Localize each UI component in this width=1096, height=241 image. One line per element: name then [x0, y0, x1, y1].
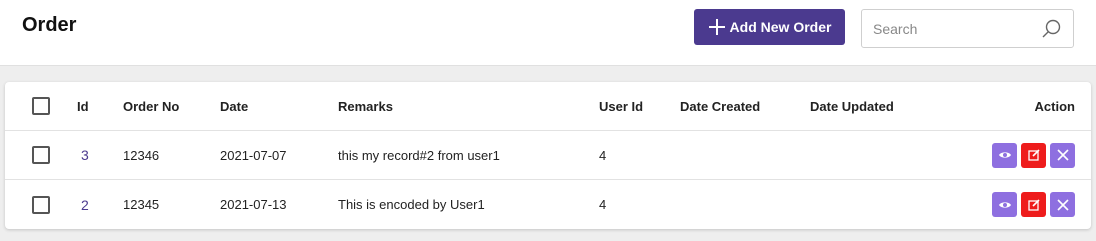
close-icon — [1056, 149, 1069, 161]
column-header-action: Action — [1034, 98, 1075, 114]
edit-button[interactable] — [1021, 192, 1046, 217]
row-user-id: 4 — [599, 147, 607, 163]
delete-button[interactable] — [1050, 142, 1075, 168]
column-header-id[interactable]: Id — [77, 82, 89, 130]
plus-icon — [708, 19, 725, 35]
table-row: 2 12345 2021-07-13 This is encoded by Us… — [5, 180, 1091, 229]
orders-table: Id Order No Date Remarks User Id Date Cr… — [5, 82, 1091, 229]
row-order-no: 12346 — [123, 147, 160, 163]
table-row: 3 12346 2021-07-07 this my record#2 from… — [5, 131, 1091, 180]
edit-icon — [1027, 149, 1040, 161]
row-order-no: 12345 — [123, 197, 160, 212]
column-header-user-id[interactable]: User Id — [599, 82, 643, 130]
add-new-order-button[interactable]: Add New Order — [694, 9, 845, 45]
row-remarks: this my record#2 from user1 — [338, 147, 500, 163]
column-header-date-updated[interactable]: Date Updated — [810, 82, 894, 130]
eye-icon — [998, 201, 1011, 208]
column-header-remarks[interactable]: Remarks — [338, 82, 393, 130]
search-icon[interactable] — [1040, 18, 1062, 40]
row-checkbox[interactable] — [32, 195, 50, 214]
row-actions — [992, 142, 1075, 168]
table-header-row: Id Order No Date Remarks User Id Date Cr… — [5, 82, 1091, 131]
eye-icon — [998, 152, 1011, 158]
row-remarks: This is encoded by User1 — [338, 197, 485, 212]
delete-button[interactable] — [1050, 192, 1075, 217]
row-checkbox[interactable] — [32, 146, 50, 164]
view-button[interactable] — [992, 142, 1017, 168]
edit-icon — [1027, 198, 1040, 211]
page-header: Order Add New Order — [0, 0, 1096, 66]
row-id-link[interactable]: 2 — [77, 197, 89, 213]
column-header-date-created[interactable]: Date Created — [680, 82, 760, 130]
view-button[interactable] — [992, 192, 1017, 217]
add-new-order-label: Add New Order — [729, 19, 832, 35]
search-input[interactable] — [862, 10, 1032, 47]
search-box — [861, 9, 1074, 48]
row-id-link[interactable]: 3 — [77, 147, 89, 163]
row-user-id: 4 — [599, 197, 607, 212]
row-date: 2021-07-07 — [220, 147, 287, 163]
close-icon — [1056, 198, 1069, 211]
edit-button[interactable] — [1021, 142, 1046, 168]
column-header-order-no[interactable]: Order No — [123, 82, 179, 130]
column-header-date[interactable]: Date — [220, 82, 248, 130]
select-all-checkbox[interactable] — [32, 97, 50, 115]
page-title: Order — [22, 14, 77, 36]
row-actions — [992, 192, 1075, 217]
row-date: 2021-07-13 — [220, 197, 287, 212]
